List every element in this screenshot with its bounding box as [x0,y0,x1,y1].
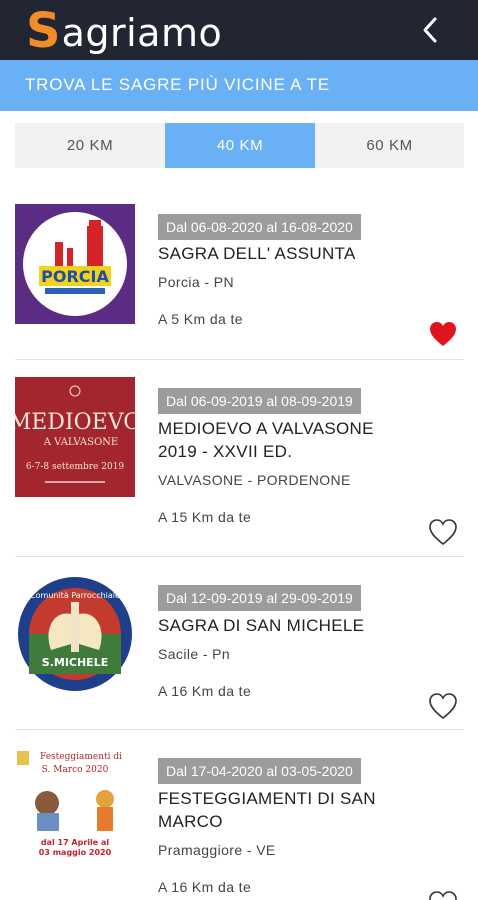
thumb-sublabel: S.MICHELE [42,656,108,669]
event-title[interactable]: FESTEGGIAMENTI DI SAN MARCO [158,787,413,833]
san-michele-logo-image: Comunità Parrocchiale S.MICHELE [15,574,135,694]
event-thumbnail: Festeggiamenti di S. Marco 2020 dal 17 A… [15,747,135,867]
heart-outline-icon[interactable] [428,518,458,546]
banner-text: TROVA LE SAGRE PIÙ VICINE A TE [25,75,330,94]
event-thumbnail: MEDIOEVO A VALVASONE 6-7-8 settembre 201… [15,377,135,497]
date-badge: Dal 06-08-2020 al 16-08-2020 [158,214,361,240]
event-thumbnail: Comunità Parrocchiale S.MICHELE [15,574,135,694]
app-bar: S agriamo [0,0,478,60]
thumb-label: MEDIOEVO [15,410,135,435]
event-location: Porcia - PN [158,274,234,290]
thumb-sublabel: A VALVASONE [43,437,118,448]
thumb-date-end: 03 maggio 2020 [39,848,112,857]
san-marco-poster-image: Festeggiamenti di S. Marco 2020 dal 17 A… [15,747,135,867]
logo-text: agriamo [61,11,223,55]
thumb-label: PORCIA [41,267,109,286]
tab-60km[interactable]: 60 KM [315,123,464,168]
event-distance: A 16 Km da te [158,879,252,895]
date-badge: Dal 06-09-2019 al 08-09-2019 [158,388,361,414]
thumb-date: dal 17 Aprile al [41,838,110,847]
porcia-logo-image: PORCIA [15,204,135,324]
heart-outline-icon[interactable] [428,692,458,720]
tab-40km[interactable]: 40 KM [165,123,315,168]
event-location: Pramaggiore - VE [158,842,276,858]
thumb-sublabel: S. Marco 2020 [42,765,109,775]
event-location: VALVASONE - PORDENONE [158,472,351,488]
nearby-banner: TROVA LE SAGRE PIÙ VICINE A TE [0,60,478,111]
event-distance: A 15 Km da te [158,509,252,525]
heart-filled-icon[interactable] [428,320,458,348]
tab-20km[interactable]: 20 KM [15,123,165,168]
event-card[interactable]: Festeggiamenti di S. Marco 2020 dal 17 A… [15,730,464,900]
medioevo-poster-image: MEDIOEVO A VALVASONE 6-7-8 settembre 201… [15,377,135,497]
chevron-left-icon [423,17,437,43]
event-distance: A 5 Km da te [158,311,243,327]
event-location: Sacile - Pn [158,646,231,662]
event-title[interactable]: SAGRA DELL' ASSUNTA [158,242,413,265]
event-thumbnail: PORCIA [15,204,135,324]
event-card[interactable]: PORCIA Dal 06-08-2020 al 16-08-2020 SAGR… [15,180,464,360]
heart-outline-icon[interactable] [428,890,458,900]
event-title[interactable]: SAGRA DI SAN MICHELE [158,614,413,637]
back-button[interactable] [412,12,448,48]
event-card[interactable]: Comunità Parrocchiale S.MICHELE Dal 12-0… [15,557,464,730]
event-title[interactable]: MEDIOEVO A VALVASONE 2019 - XXVII ED. [158,417,413,463]
distance-tabs: 20 KM 40 KM 60 KM [15,123,464,168]
date-badge: Dal 12-09-2019 al 29-09-2019 [158,585,361,611]
sagriamo-logo: S agriamo [26,2,222,56]
thumb-label: Comunità Parrocchiale [30,591,120,600]
event-card[interactable]: MEDIOEVO A VALVASONE 6-7-8 settembre 201… [15,360,464,557]
thumb-label: Festeggiamenti di [40,752,122,762]
event-distance: A 16 Km da te [158,683,252,699]
date-badge: Dal 17-04-2020 al 03-05-2020 [158,758,361,784]
thumb-date: 6-7-8 settembre 2019 [26,462,125,472]
logo-initial: S [26,3,61,59]
